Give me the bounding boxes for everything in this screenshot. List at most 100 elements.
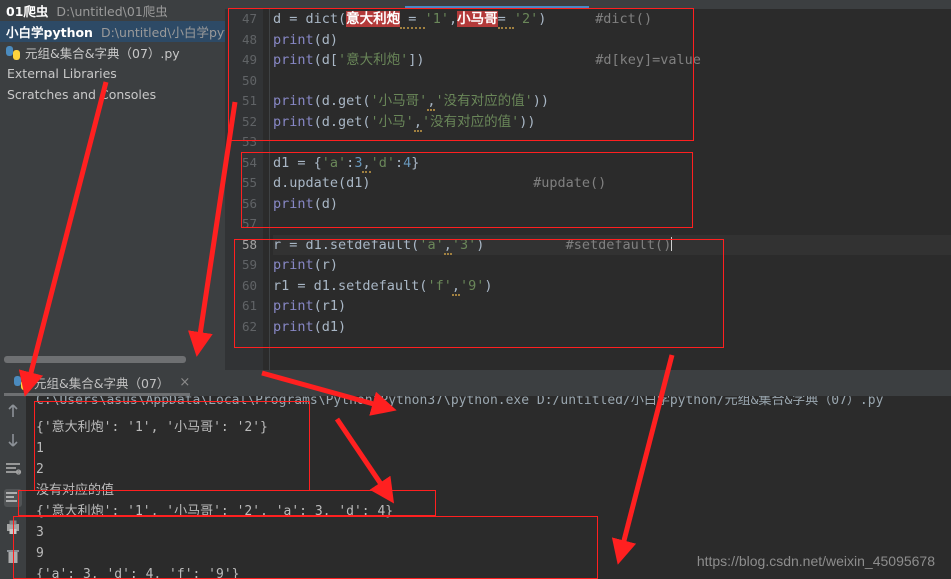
gutter-line-47: 47 — [241, 11, 257, 26]
watermark-text: https://blog.csdn.net/weixin_45095678 — [696, 553, 935, 569]
gutter-line-52: 52 — [241, 113, 257, 129]
code-token: 'd' — [370, 154, 395, 171]
code-token: print — [273, 195, 314, 212]
scrollbar-thumb[interactable] — [4, 356, 186, 363]
tree-item-label: Scratches and Consoles — [7, 87, 157, 102]
gutter-separator — [269, 9, 270, 370]
run-console-panel: 元组&集合&字典（07） × C:\Users\asus\AppData\Loc… — [0, 370, 951, 579]
code-line-60[interactable]: r1 = d1.setdefault('f','9') — [273, 276, 951, 297]
code-token: ( — [338, 11, 347, 27]
console-output-line-4: {'意大利炮': '1', '小马哥': '2', 'a': 3, 'd': 4… — [36, 504, 394, 519]
code-token: '小马哥' — [370, 93, 428, 109]
code-line-62[interactable]: print(d1) — [273, 317, 951, 338]
code-token: print — [273, 113, 314, 130]
tree-item-label: 01爬虫 — [6, 4, 49, 19]
code-token: ]) — [408, 52, 425, 68]
gutter-line-59: 59 — [241, 257, 257, 272]
code-token: )) — [519, 113, 536, 130]
code-token: : — [394, 154, 404, 171]
gutter-line-51: 51 — [241, 93, 257, 108]
code-token: #d[key]=value — [595, 52, 701, 68]
code-token: '小马' — [370, 113, 414, 130]
code-token: )) — [532, 93, 549, 109]
rerun-up-icon[interactable] — [4, 402, 22, 420]
code-token: #update() — [533, 175, 607, 191]
console-output[interactable]: C:\Users\asus\AppData\Local\Programs\Pyt… — [26, 396, 951, 579]
python-file-icon — [6, 45, 20, 60]
rerun-down-icon[interactable] — [4, 431, 22, 449]
code-line-61[interactable]: print(r1) — [273, 296, 951, 317]
code-line-56[interactable]: print(d) — [273, 194, 951, 215]
tree-item-label: 元组&集合&字典（07）.py — [25, 46, 180, 61]
code-token: print — [273, 257, 314, 273]
console-tab-label: 元组&集合&字典（07） — [34, 376, 170, 391]
code-line-58[interactable]: r = d1.setdefault('a','3') #setdefault() — [273, 234, 951, 255]
code-line-49[interactable]: print(d['意大利炮']) #d[key]=value — [273, 50, 951, 71]
tree-item-1[interactable]: 小白学python D:\untitled\小白学pyth — [0, 21, 225, 42]
print-icon[interactable] — [4, 518, 22, 536]
code-token: '3' — [451, 236, 477, 253]
console-output-line-2: 2 — [36, 462, 44, 477]
code-token: '没有对应的值' — [435, 93, 533, 109]
code-token: 意大利炮 — [346, 11, 401, 27]
code-line-53[interactable] — [273, 132, 951, 153]
code-token: print — [273, 93, 314, 109]
code-line-52[interactable]: print(d.get('小马','没有对应的值')) — [273, 112, 951, 133]
gutter-line-56: 56 — [241, 195, 257, 211]
code-token: , — [413, 113, 422, 132]
code-token: 'a' — [419, 236, 444, 253]
trash-icon[interactable] — [4, 547, 22, 565]
code-token: 'a' — [321, 154, 347, 171]
code-editor[interactable]: 47 48 49 50 51 52 53 54 55 56 57 58 59 60 61 62 d = dic… — [225, 0, 951, 370]
tree-item-path: D:\untitled\小白学pyth — [100, 25, 225, 40]
code-token: d1 = { — [273, 154, 322, 171]
code-line-59[interactable]: print(r) — [273, 255, 951, 276]
soft-wrap-icon[interactable] — [4, 460, 22, 478]
close-icon[interactable]: × — [179, 376, 190, 389]
gutter-line-55: 55 — [241, 175, 257, 190]
gutter-line-53: 53 — [241, 134, 257, 149]
code-token: (r1) — [313, 298, 347, 314]
tree-item-3[interactable]: External Libraries — [0, 63, 225, 84]
code-line-48[interactable]: print(d) — [273, 30, 951, 51]
gutter-line-48: 48 — [241, 31, 257, 47]
tree-item-2[interactable]: 元组&集合&字典（07）.py — [0, 42, 225, 63]
editor-gutter: 47 48 49 50 51 52 53 54 55 56 57 58 59 60 61 62 — [225, 9, 263, 370]
code-line-54[interactable]: d1 = {'a':3,'d':4} — [273, 153, 951, 174]
console-output-line-1: 1 — [36, 441, 44, 456]
tree-item-label: External Libraries — [7, 66, 117, 81]
gutter-line-57: 57 — [241, 216, 257, 231]
code-line-51[interactable]: print(d.get('小马哥','没有对应的值')) — [273, 91, 951, 112]
tree-item-4[interactable]: Scratches and Consoles — [0, 84, 225, 105]
code-content[interactable]: d = dict(意大利炮 = '1',小马哥= '2') #dict() pri… — [273, 9, 951, 370]
code-token: print — [273, 31, 314, 48]
text-caret — [671, 236, 673, 251]
gutter-line-61: 61 — [241, 298, 257, 313]
tree-item-0[interactable]: 01爬虫 D:\untitled\01爬虫 — [0, 0, 225, 21]
code-line-57[interactable] — [273, 214, 951, 235]
code-token: ) — [484, 277, 493, 294]
code-line-47[interactable]: d = dict(意大利炮 = '1',小马哥= '2') #dict() — [273, 9, 951, 30]
code-token: = — [497, 11, 514, 29]
code-token: dict — [305, 11, 339, 27]
project-tree-horizontal-scrollbar[interactable] — [0, 354, 225, 364]
gutter-line-60: 60 — [241, 277, 257, 293]
code-line-50[interactable] — [273, 71, 951, 92]
console-tab[interactable]: 元组&集合&字典（07） × — [14, 372, 190, 393]
code-token: print — [273, 298, 314, 314]
console-output-line-0: {'意大利炮': '1', '小马哥': '2'} — [36, 420, 268, 435]
gutter-line-50: 50 — [241, 72, 257, 88]
scroll-to-end-icon[interactable] — [4, 489, 22, 507]
ide-window: 01爬虫 D:\untitled\01爬虫 小白学python D:\untitled… — [0, 0, 951, 579]
code-token: (d1) — [313, 318, 347, 335]
code-line-55[interactable]: d.update(d1) #update() — [273, 173, 951, 194]
gutter-line-49: 49 — [241, 52, 257, 67]
code-token: , — [362, 154, 371, 173]
code-token: print — [273, 52, 314, 68]
code-token: (d.get( — [313, 113, 371, 130]
code-token: #dict() — [595, 11, 653, 27]
console-output-line-5: 3 — [36, 525, 44, 540]
